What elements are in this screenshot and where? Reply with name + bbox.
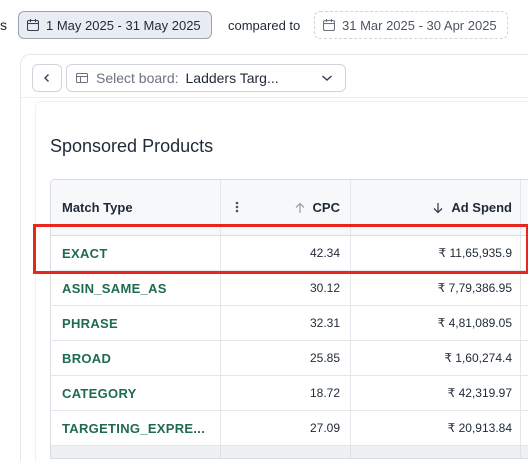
ad-spend-cell: ₹ 7,79,386.95	[351, 271, 521, 305]
table-row[interactable]: CATEGORY 18.72 ₹ 42,319.97	[51, 376, 528, 411]
chevron-left-icon	[44, 74, 49, 82]
highlight-box	[33, 224, 528, 274]
table-icon	[76, 73, 88, 83]
cpc-cell: 25.85	[221, 341, 351, 375]
cpc-cell: 18.72	[221, 376, 351, 410]
match-type-cell: PHRASE	[51, 306, 221, 340]
cpc-cell: 30.12	[221, 271, 351, 305]
match-type-table: Match Type CPC Ad Spend EXACT 42.34 ₹ 11…	[50, 179, 528, 459]
footer-cell	[351, 446, 521, 458]
top-bar: s 1 May 2025 - 31 May 2025 compared to 3…	[0, 0, 528, 48]
compared-to-label: compared to	[228, 18, 301, 33]
comparison-date-text: 31 Mar 2025 - 30 Apr 2025	[342, 17, 497, 33]
select-board-label: Select board:	[96, 70, 179, 86]
column-header-label: CPC	[312, 200, 340, 215]
column-header-label: Match Type	[62, 200, 133, 215]
back-button[interactable]	[32, 64, 62, 92]
footer-cell	[521, 446, 528, 458]
match-type-cell: ASIN_SAME_AS	[51, 271, 221, 305]
overflow-cell	[521, 411, 528, 445]
column-header-label: Ad Spend	[451, 200, 512, 215]
chevron-down-icon	[322, 75, 332, 82]
date-range-text: 1 May 2025 - 31 May 2025	[46, 17, 201, 33]
overflow-cell	[521, 376, 528, 410]
board-select-dropdown[interactable]: Select board: Ladders Targ...	[66, 64, 346, 92]
overflow-cell	[521, 271, 528, 305]
table-row[interactable]: ASIN_SAME_AS 30.12 ₹ 7,79,386.95	[51, 271, 528, 306]
ad-spend-cell: ₹ 1,60,274.4	[351, 341, 521, 375]
table-row[interactable]: TARGETING_EXPRE... 27.09 ₹ 20,913.84	[51, 411, 528, 446]
section-title: Sponsored Products	[50, 136, 214, 156]
ad-spend-cell: ₹ 20,913.84	[351, 411, 521, 445]
date-range-picker[interactable]: 1 May 2025 - 31 May 2025	[18, 11, 212, 39]
match-type-cell: BROAD	[51, 341, 221, 375]
selected-board-value: Ladders Targ...	[185, 70, 279, 86]
sort-descending-icon	[432, 202, 444, 214]
toolbar-divider	[21, 97, 528, 98]
overflow-cell	[521, 306, 528, 340]
ad-spend-cell: ₹ 4,81,089.05	[351, 306, 521, 340]
calendar-icon	[27, 19, 39, 31]
match-type-cell: TARGETING_EXPRE...	[51, 411, 221, 445]
table-row[interactable]: BROAD 25.85 ₹ 1,60,274.4	[51, 341, 528, 376]
sort-ascending-icon	[294, 202, 306, 214]
column-menu-icon[interactable]	[235, 201, 239, 213]
cpc-cell: 27.09	[221, 411, 351, 445]
comparison-date-picker[interactable]: 31 Mar 2025 - 30 Apr 2025	[314, 11, 508, 39]
cpc-cell: 32.31	[221, 306, 351, 340]
cut-off-text: s	[0, 17, 7, 33]
calendar-icon	[323, 19, 335, 31]
table-footer	[51, 446, 528, 458]
footer-cell	[221, 446, 351, 458]
table-row[interactable]: PHRASE 32.31 ₹ 4,81,089.05	[51, 306, 528, 341]
match-type-cell: CATEGORY	[51, 376, 221, 410]
ad-spend-cell: ₹ 42,319.97	[351, 376, 521, 410]
overflow-cell	[521, 341, 528, 375]
footer-cell	[51, 446, 221, 458]
